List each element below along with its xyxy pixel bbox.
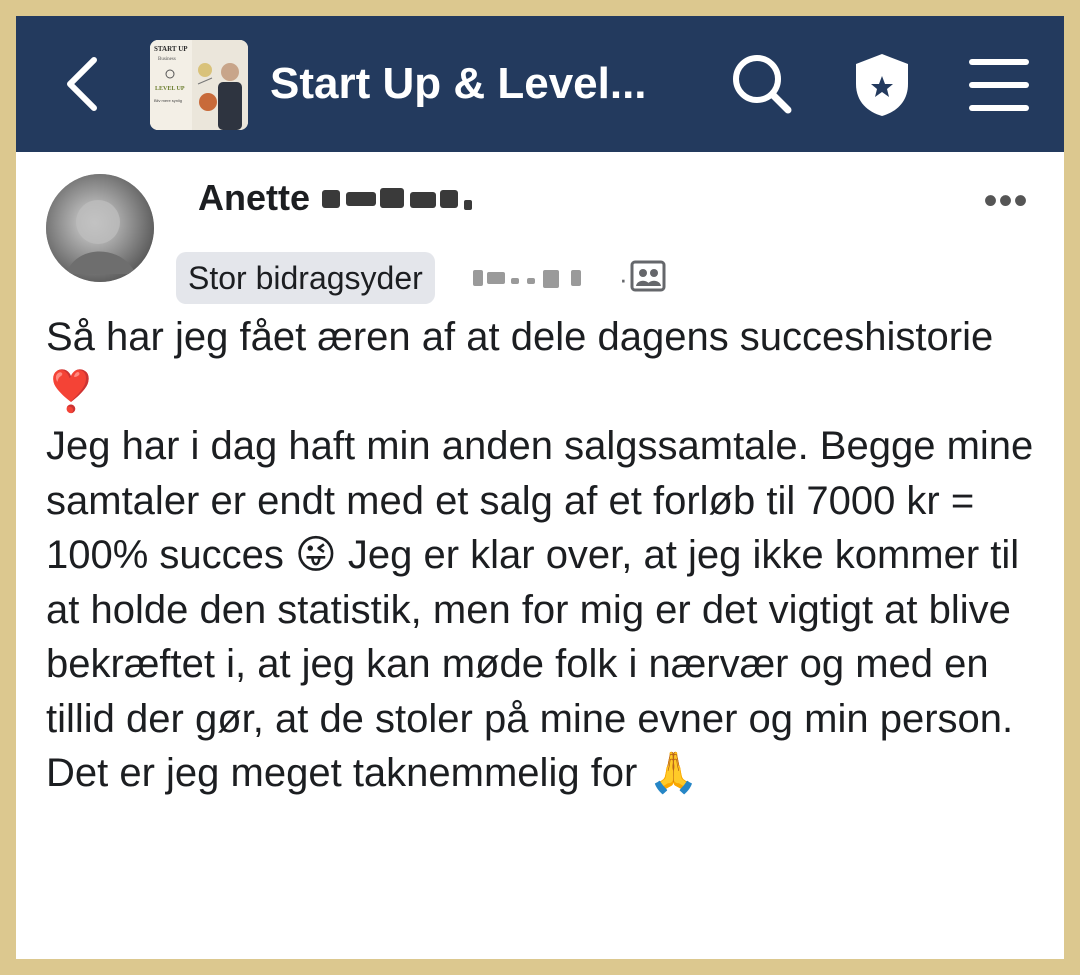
- hamburger-menu-icon: [969, 59, 1029, 111]
- thumb-line4: Bliv mere synlig: [154, 98, 182, 103]
- thumb-line3: LEVEL UP: [155, 86, 185, 92]
- group-header: START UP Business LEVEL UP Bliv mere syn…: [16, 16, 1064, 152]
- group-cover-thumbnail[interactable]: START UP Business LEVEL UP Bliv mere syn…: [150, 40, 248, 130]
- more-horizontal-icon: •••: [983, 179, 1029, 223]
- thumb-line1: START UP: [154, 45, 188, 53]
- author-surname-redacted: [322, 188, 473, 211]
- meta-separator: ·: [619, 264, 628, 294]
- thumb-line2: Business: [158, 57, 176, 62]
- author-name[interactable]: Anette: [198, 176, 478, 220]
- post-paragraph: Jeg har i dag haft min anden salgssamtal…: [46, 424, 1034, 795]
- shield-star-icon: [856, 54, 908, 116]
- group-title[interactable]: Start Up & Level...: [270, 56, 647, 112]
- chevron-left-icon: [67, 57, 97, 111]
- contributor-badge[interactable]: Stor bidragsyder: [176, 252, 435, 304]
- search-icon: [733, 55, 792, 114]
- author-first-name: Anette: [198, 177, 311, 218]
- menu-button[interactable]: [968, 56, 1030, 114]
- search-button[interactable]: [728, 50, 796, 118]
- author-avatar[interactable]: [46, 174, 154, 282]
- admin-tools-button[interactable]: [848, 50, 916, 120]
- timestamp-redacted: [473, 270, 581, 288]
- more-options-button[interactable]: •••: [978, 181, 1034, 221]
- members-icon[interactable]: [630, 260, 666, 292]
- back-button[interactable]: [56, 50, 112, 118]
- post-paragraph: Så har jeg fået æren af at dele dagens s…: [46, 315, 994, 414]
- post-body: Så har jeg fået æren af at dele dagens s…: [46, 310, 1046, 801]
- app-frame: START UP Business LEVEL UP Bliv mere syn…: [16, 16, 1064, 959]
